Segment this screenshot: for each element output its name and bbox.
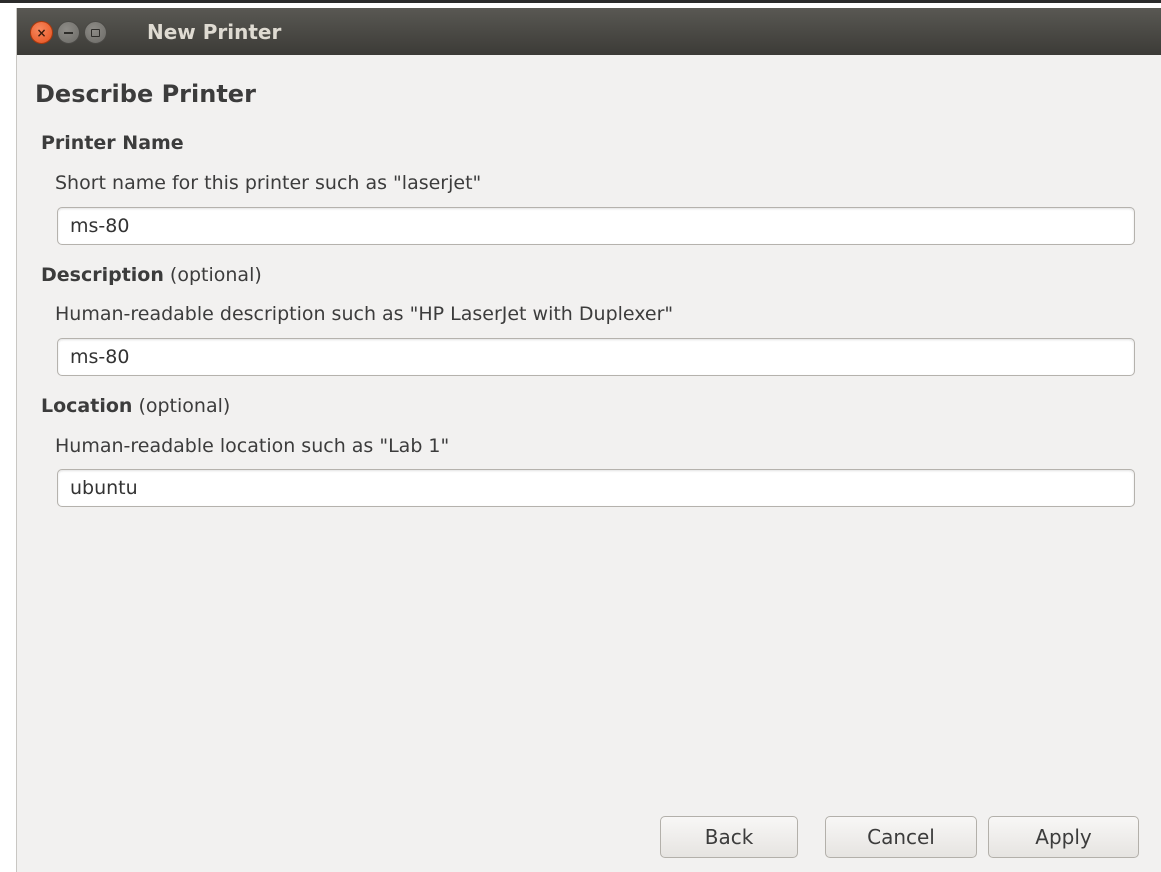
new-printer-dialog: × New Printer Describe Printer Printer N… — [16, 8, 1161, 872]
maximize-icon[interactable] — [84, 21, 107, 44]
location-hint: Human-readable location such as "Lab 1" — [55, 435, 450, 457]
cancel-button[interactable]: Cancel — [825, 816, 977, 858]
description-label: Description (optional) — [41, 264, 262, 286]
description-hint: Human-readable description such as "HP L… — [55, 303, 674, 325]
location-label: Location (optional) — [41, 395, 230, 417]
printer-name-input[interactable] — [57, 207, 1135, 245]
close-icon[interactable]: × — [30, 21, 53, 44]
location-optional-suffix: (optional) — [132, 395, 231, 417]
minimize-icon[interactable] — [57, 21, 80, 44]
back-button[interactable]: Back — [660, 816, 798, 858]
description-label-text: Description — [41, 264, 164, 286]
description-optional-suffix: (optional) — [163, 264, 262, 286]
printer-name-hint: Short name for this printer such as "las… — [55, 172, 482, 194]
printer-name-label: Printer Name — [41, 132, 184, 154]
title-bar[interactable]: × New Printer — [17, 8, 1161, 55]
apply-button[interactable]: Apply — [988, 816, 1139, 858]
printer-name-label-text: Printer Name — [41, 132, 184, 154]
page-heading: Describe Printer — [35, 80, 256, 108]
window-title: New Printer — [147, 20, 282, 44]
description-input[interactable] — [57, 338, 1135, 376]
screen-top-border — [0, 0, 1161, 3]
location-input[interactable] — [57, 469, 1135, 507]
location-label-text: Location — [41, 395, 133, 417]
